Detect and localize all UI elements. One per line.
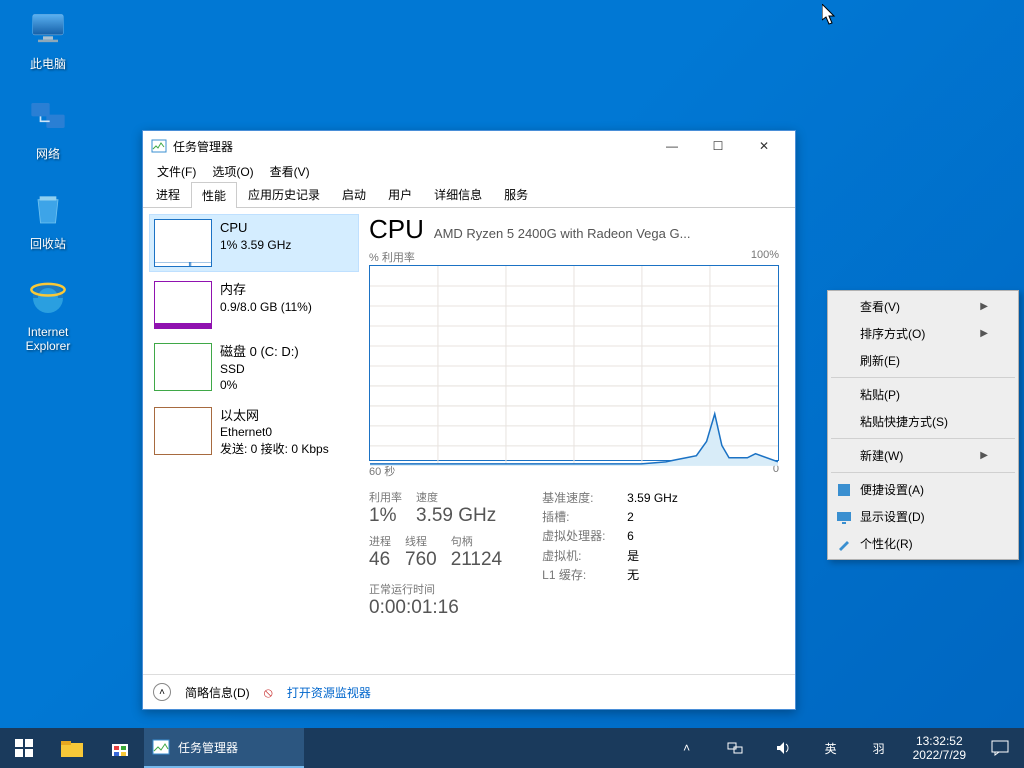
main-title: CPU	[369, 214, 424, 245]
display-icon	[836, 509, 852, 525]
ctx-paste-shortcut[interactable]: 粘贴快捷方式(S)	[830, 408, 1016, 435]
perf-item-cpu[interactable]: CPU 1% 3.59 GHz	[149, 214, 359, 272]
desktop-icon-recycle[interactable]: 回收站	[10, 188, 86, 252]
tab-performance[interactable]: 性能	[191, 182, 237, 208]
perf-item-ethernet[interactable]: 以太网 Ethernet0 发送: 0 接收: 0 Kbps	[149, 402, 359, 462]
net-mini-chart	[154, 407, 212, 455]
tab-users[interactable]: 用户	[377, 181, 423, 207]
ctx-personalize[interactable]: 个性化(R)	[830, 530, 1016, 557]
cpu-model: AMD Ryzen 5 2400G with Radeon Vega G...	[434, 226, 691, 241]
tab-app-history[interactable]: 应用历史记录	[237, 181, 331, 207]
ctx-new[interactable]: 新建(W)▶	[830, 442, 1016, 469]
separator	[831, 438, 1015, 439]
resmon-icon: ⦸	[264, 684, 273, 701]
desktop-icon-network[interactable]: 网络	[10, 98, 86, 162]
tray-overflow[interactable]: ˄	[663, 728, 711, 768]
recycle-bin-icon	[28, 188, 68, 228]
menubar: 文件(F) 选项(O) 查看(V)	[143, 161, 795, 181]
menu-file[interactable]: 文件(F)	[149, 161, 204, 181]
taskmgr-icon	[152, 738, 170, 756]
computer-icon	[28, 8, 68, 48]
taskmgr-icon	[151, 138, 167, 154]
tab-startup[interactable]: 启动	[331, 181, 377, 207]
desktop-icon-computer[interactable]: 此电脑	[10, 8, 86, 72]
taskbar-app-taskmanager[interactable]: 任务管理器	[144, 728, 304, 768]
maximize-button[interactable]: ☐	[695, 131, 741, 161]
memory-mini-chart	[154, 281, 212, 329]
notification-icon	[991, 740, 1009, 756]
taskbar: 任务管理器 ˄ 英 羽 13:32:52 2022/7/29	[0, 728, 1024, 768]
folder-icon	[61, 739, 83, 757]
ctx-quick-settings[interactable]: 便捷设置(A)	[830, 476, 1016, 503]
desktop-context-menu: 查看(V)▶ 排序方式(O)▶ 刷新(E) 粘贴(P) 粘贴快捷方式(S) 新建…	[827, 290, 1019, 560]
separator	[831, 377, 1015, 378]
y-axis-max: 100%	[751, 249, 779, 265]
close-button[interactable]: ✕	[741, 131, 787, 161]
stats-block: 利用率1% 速度3.59 GHz 进程46 线程760 句柄21124 正常运行…	[369, 489, 779, 619]
footer-bar: ˄ 简略信息(D) ⦸ 打开资源监视器	[143, 674, 795, 709]
desktop-icon-ie[interactable]: Internet Explorer	[10, 278, 86, 353]
start-button[interactable]	[0, 728, 48, 768]
ctx-refresh[interactable]: 刷新(E)	[830, 347, 1016, 374]
performance-list: CPU 1% 3.59 GHz 内存 0.9/8.0 GB (11%) 磁盘 0…	[149, 214, 359, 668]
collapse-icon[interactable]: ˄	[153, 683, 171, 701]
ctx-display-settings[interactable]: 显示设置(D)	[830, 503, 1016, 530]
ctx-paste[interactable]: 粘贴(P)	[830, 381, 1016, 408]
taskbar-store[interactable]	[96, 728, 144, 768]
volume-icon	[775, 740, 791, 756]
tab-services[interactable]: 服务	[493, 181, 539, 207]
specs-block: 基准速度:3.59 GHz 插槽:2 虚拟处理器:6 虚拟机:是 L1 缓存:无	[542, 489, 678, 619]
tool-icon	[836, 482, 852, 498]
fewer-details-link[interactable]: 简略信息(D)	[185, 684, 250, 701]
tab-details[interactable]: 详细信息	[423, 181, 493, 207]
open-resource-monitor-link[interactable]: 打开资源监视器	[287, 684, 371, 701]
taskbar-explorer[interactable]	[48, 728, 96, 768]
tray-ime-lang[interactable]: 英	[807, 728, 855, 768]
minimize-button[interactable]: —	[649, 131, 695, 161]
tray-notifications[interactable]	[976, 728, 1024, 768]
y-axis-label: % 利用率	[369, 249, 415, 265]
disk-mini-chart	[154, 343, 212, 391]
tab-processes[interactable]: 进程	[145, 181, 191, 207]
tray-volume-icon[interactable]	[759, 728, 807, 768]
main-chart-area: CPU AMD Ryzen 5 2400G with Radeon Vega G…	[359, 214, 789, 668]
perf-item-disk[interactable]: 磁盘 0 (C: D:) SSD 0%	[149, 338, 359, 398]
windows-icon	[15, 739, 33, 757]
network-tray-icon	[727, 740, 743, 756]
theme-icon	[836, 536, 852, 552]
ctx-sort[interactable]: 排序方式(O)▶	[830, 320, 1016, 347]
task-manager-window: 任务管理器 — ☐ ✕ 文件(F) 选项(O) 查看(V) 进程 性能 应用历史…	[142, 130, 796, 710]
store-icon	[110, 738, 130, 758]
cpu-mini-chart	[154, 219, 212, 267]
tray-network-icon[interactable]	[711, 728, 759, 768]
mouse-cursor	[822, 4, 838, 26]
window-title: 任务管理器	[173, 138, 649, 155]
ctx-view[interactable]: 查看(V)▶	[830, 293, 1016, 320]
cpu-chart	[369, 265, 779, 461]
menu-options[interactable]: 选项(O)	[204, 161, 261, 181]
ie-icon	[28, 278, 68, 318]
separator	[831, 472, 1015, 473]
titlebar[interactable]: 任务管理器 — ☐ ✕	[143, 131, 795, 161]
menu-view[interactable]: 查看(V)	[262, 161, 318, 181]
taskbar-clock[interactable]: 13:32:52 2022/7/29	[903, 734, 976, 763]
network-icon	[28, 98, 68, 138]
tabs: 进程 性能 应用历史记录 启动 用户 详细信息 服务	[143, 181, 795, 208]
content-area: CPU 1% 3.59 GHz 内存 0.9/8.0 GB (11%) 磁盘 0…	[143, 208, 795, 674]
tray-ime-mode[interactable]: 羽	[855, 728, 903, 768]
perf-item-memory[interactable]: 内存 0.9/8.0 GB (11%)	[149, 276, 359, 334]
